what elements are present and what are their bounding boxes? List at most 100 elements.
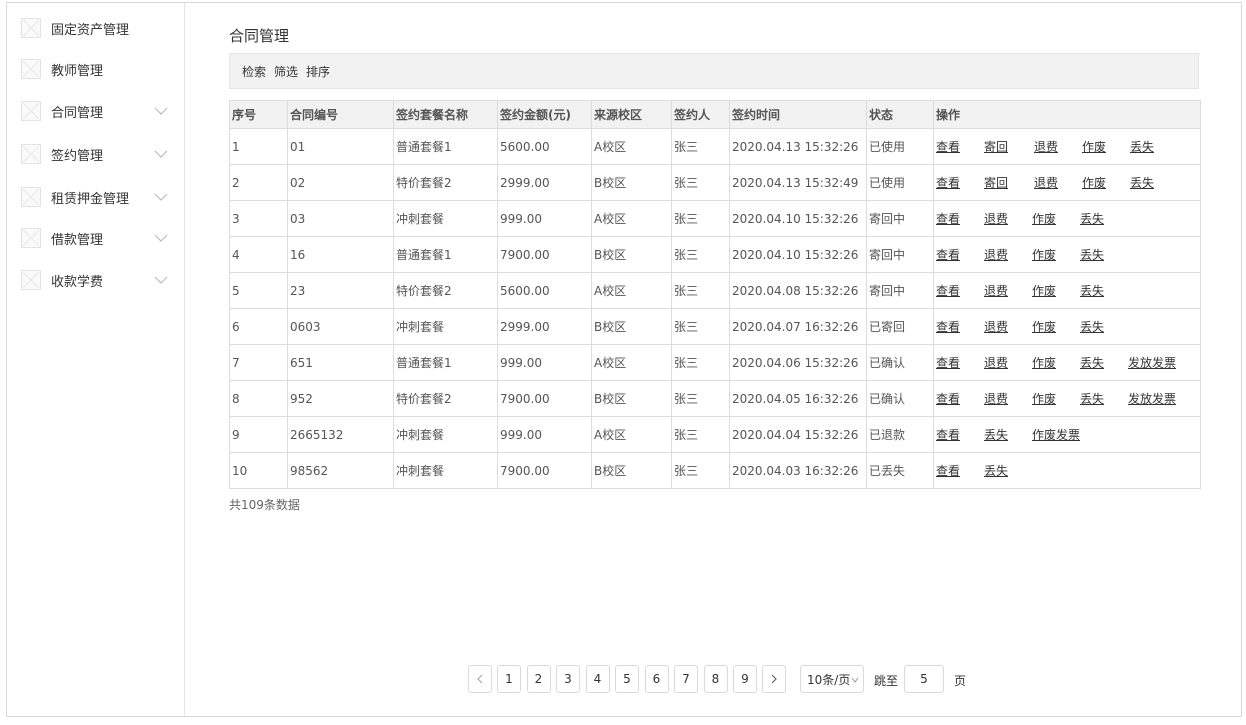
campus-cell: A校区	[591, 416, 672, 453]
refund-link[interactable]: 退费	[1034, 138, 1082, 155]
sidebar-item-teachers[interactable]: 教师管理	[7, 54, 185, 84]
void-invoice-link[interactable]: 作废发票	[1032, 426, 1092, 443]
sidebar-item-tuition[interactable]: 收款学费	[7, 265, 185, 295]
view-link[interactable]: 查看	[936, 462, 984, 479]
signer-cell: 张三	[671, 344, 730, 381]
contract-number-cell: 651	[287, 344, 394, 381]
broken-image-icon	[21, 59, 41, 79]
void-link[interactable]: 作废	[1082, 138, 1130, 155]
lost-link[interactable]: 丢失	[1130, 138, 1178, 155]
jump-page-input[interactable]	[904, 665, 944, 693]
refund-link[interactable]: 退费	[984, 210, 1032, 227]
view-link[interactable]: 查看	[936, 318, 984, 335]
void-link[interactable]: 作废	[1032, 282, 1080, 299]
refund-link[interactable]: 退费	[984, 282, 1032, 299]
table-row: 2 02 特价套餐2 2999.00 B校区 张三 2020.04.13 15:32:49 已…	[229, 164, 1201, 201]
page-button[interactable]: 6	[644, 665, 669, 693]
sign-time-cell: 2020.04.13 15:32:26	[729, 128, 867, 165]
page-button[interactable]: 9	[733, 665, 757, 693]
actions-cell: 查看 寄回 退费 作废 丢失	[933, 164, 1201, 201]
issue-invoice-link[interactable]: 发放发票	[1128, 354, 1188, 371]
lost-link[interactable]: 丢失	[1080, 246, 1128, 263]
refund-link[interactable]: 退费	[984, 354, 1032, 371]
sidebar-item-signing[interactable]: 签约管理	[7, 139, 185, 169]
sign-time-cell: 2020.04.04 15:32:26	[729, 416, 867, 453]
package-name-cell: 普通套餐1	[393, 236, 498, 273]
void-link[interactable]: 作废	[1082, 174, 1130, 191]
page-size-select[interactable]: 10条/页	[800, 665, 864, 693]
page-button[interactable]: 7	[674, 665, 698, 693]
amount-cell: 999.00	[497, 344, 592, 381]
refund-link[interactable]: 退费	[984, 246, 1032, 263]
row-index-cell: 5	[229, 272, 288, 309]
lost-link[interactable]: 丢失	[1130, 174, 1178, 191]
contract-number-cell: 23	[287, 272, 394, 309]
amount-cell: 5600.00	[497, 272, 592, 309]
void-link[interactable]: 作废	[1032, 354, 1080, 371]
lost-link[interactable]: 丢失	[1080, 210, 1128, 227]
refund-link[interactable]: 退费	[984, 390, 1032, 407]
chevron-down-icon	[154, 273, 168, 287]
page-button[interactable]: 4	[585, 665, 610, 693]
page-button[interactable]: 5	[615, 665, 639, 693]
next-page-button[interactable]	[762, 665, 786, 693]
lost-link[interactable]: 丢失	[984, 462, 1032, 479]
view-link[interactable]: 查看	[936, 246, 984, 263]
contract-number-cell: 03	[287, 200, 394, 237]
view-link[interactable]: 查看	[936, 354, 984, 371]
void-link[interactable]: 作废	[1032, 390, 1080, 407]
chevron-down-icon	[154, 147, 168, 161]
filter-button[interactable]: 筛选	[274, 63, 298, 80]
view-link[interactable]: 查看	[936, 390, 984, 407]
lost-link[interactable]: 丢失	[1080, 318, 1128, 335]
package-name-cell: 普通套餐1	[393, 344, 498, 381]
void-link[interactable]: 作废	[1032, 318, 1080, 335]
sort-button[interactable]: 排序	[306, 63, 330, 80]
chevron-left-icon	[477, 674, 483, 684]
actions-cell: 查看 退费 作废 丢失	[933, 272, 1201, 309]
lost-link[interactable]: 丢失	[1080, 390, 1128, 407]
view-link[interactable]: 查看	[936, 426, 984, 443]
sidebar-item-label: 租赁押金管理	[51, 191, 130, 207]
lost-link[interactable]: 丢失	[1080, 282, 1128, 299]
issue-invoice-link[interactable]: 发放发票	[1128, 390, 1188, 407]
actions-cell: 查看 退费 作废 丢失	[933, 308, 1201, 345]
table-row: 9 2665132 冲刺套餐 999.00 A校区 张三 2020.04.04 15:32:…	[229, 416, 1201, 453]
campus-cell: B校区	[591, 308, 672, 345]
sidebar-item-lease-deposit[interactable]: 租赁押金管理	[7, 182, 185, 212]
refund-link[interactable]: 退费	[1034, 174, 1082, 191]
broken-image-icon	[21, 144, 41, 164]
table-row: 6 0603 冲刺套餐 2999.00 B校区 张三 2020.04.07 16:32:26…	[229, 308, 1201, 345]
lost-link[interactable]: 丢失	[984, 426, 1032, 443]
status-cell: 已确认	[866, 380, 934, 417]
campus-cell: B校区	[591, 380, 672, 417]
chevron-down-icon	[154, 190, 168, 204]
view-link[interactable]: 查看	[936, 174, 984, 191]
sidebar-item-contracts[interactable]: 合同管理	[7, 96, 185, 126]
void-link[interactable]: 作废	[1032, 246, 1080, 263]
amount-cell: 2999.00	[497, 308, 592, 345]
page-button[interactable]: 1	[497, 665, 521, 693]
page-button[interactable]: 2	[526, 665, 551, 693]
return-link[interactable]: 寄回	[984, 174, 1034, 191]
view-link[interactable]: 查看	[936, 138, 984, 155]
view-link[interactable]: 查看	[936, 210, 984, 227]
return-link[interactable]: 寄回	[984, 138, 1034, 155]
toolbar: 检索 筛选 排序	[229, 53, 1199, 89]
prev-page-button[interactable]	[468, 665, 492, 693]
page-button[interactable]: 8	[703, 665, 728, 693]
column-header: 序号	[229, 100, 288, 129]
page-button[interactable]: 3	[556, 665, 580, 693]
chevron-down-icon	[154, 231, 168, 245]
search-button[interactable]: 检索	[242, 63, 266, 80]
sidebar-item-loans[interactable]: 借款管理	[7, 223, 185, 253]
refund-link[interactable]: 退费	[984, 318, 1032, 335]
row-index-cell: 9	[229, 416, 288, 453]
sidebar-item-fixed-assets[interactable]: 固定资产管理	[7, 13, 185, 43]
sidebar-item-label: 合同管理	[51, 105, 104, 121]
view-link[interactable]: 查看	[936, 282, 984, 299]
sign-time-cell: 2020.04.07 16:32:26	[729, 308, 867, 345]
signer-cell: 张三	[671, 452, 730, 489]
void-link[interactable]: 作废	[1032, 210, 1080, 227]
lost-link[interactable]: 丢失	[1080, 354, 1128, 371]
